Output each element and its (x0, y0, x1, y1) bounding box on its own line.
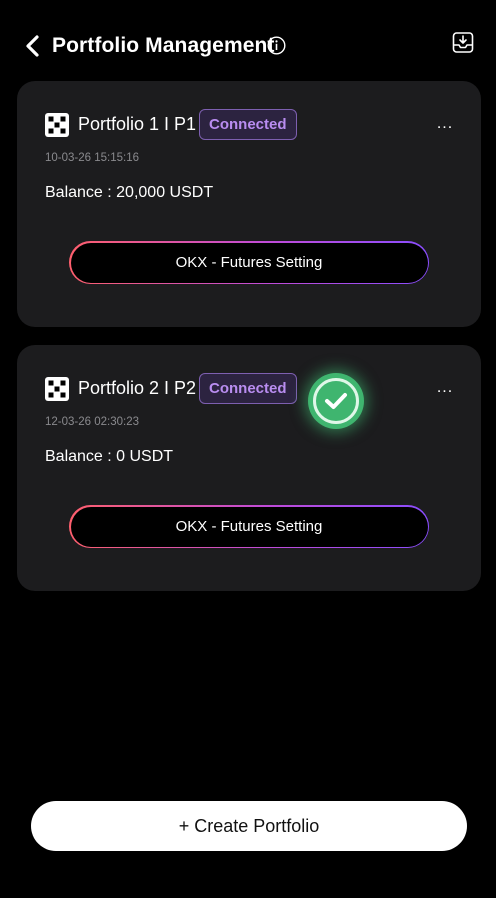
check-circle-icon (308, 373, 364, 429)
portfolio-balance: Balance : 0 USDT (45, 448, 174, 465)
portfolio-timestamp: 10-03-26 15:15:16 (45, 152, 139, 164)
check-ring (313, 378, 359, 424)
export-icon (452, 32, 474, 53)
okx-logo (45, 377, 69, 401)
more-icon: ... (436, 115, 454, 132)
okx-logo (45, 113, 69, 137)
futures-setting-label: OKX - Futures Setting (70, 506, 428, 547)
back-button[interactable] (22, 34, 44, 58)
portfolio-name: Portfolio 2 I P2 (78, 378, 197, 398)
futures-setting-label: OKX - Futures Setting (70, 242, 428, 283)
header: Portfolio Management (0, 28, 496, 64)
more-options-button[interactable]: ... (431, 115, 459, 135)
futures-setting-button[interactable]: OKX - Futures Setting (69, 241, 429, 284)
more-icon: ... (436, 379, 454, 396)
portfolio-timestamp: 12-03-26 02:30:23 (45, 416, 139, 428)
checkmark-icon (325, 393, 347, 409)
export-button[interactable] (451, 30, 475, 54)
portfolio-card: Portfolio 2 I P2 Connected ... 12-03-26 … (17, 345, 481, 591)
status-badge: Connected (199, 373, 297, 404)
portfolio-card: Portfolio 1 I P1 Connected ... 10-03-26 … (17, 81, 481, 327)
info-button[interactable] (267, 36, 286, 55)
portfolio-name: Portfolio 1 I P1 (78, 114, 197, 134)
chevron-left-icon (26, 35, 39, 57)
futures-setting-button[interactable]: OKX - Futures Setting (69, 505, 429, 548)
status-badge: Connected (199, 109, 297, 140)
more-options-button[interactable]: ... (431, 379, 459, 399)
page-title: Portfolio Management (52, 34, 275, 57)
create-portfolio-button[interactable]: + Create Portfolio (31, 801, 467, 851)
info-icon (267, 36, 286, 55)
portfolio-balance: Balance : 20,000 USDT (45, 184, 214, 201)
